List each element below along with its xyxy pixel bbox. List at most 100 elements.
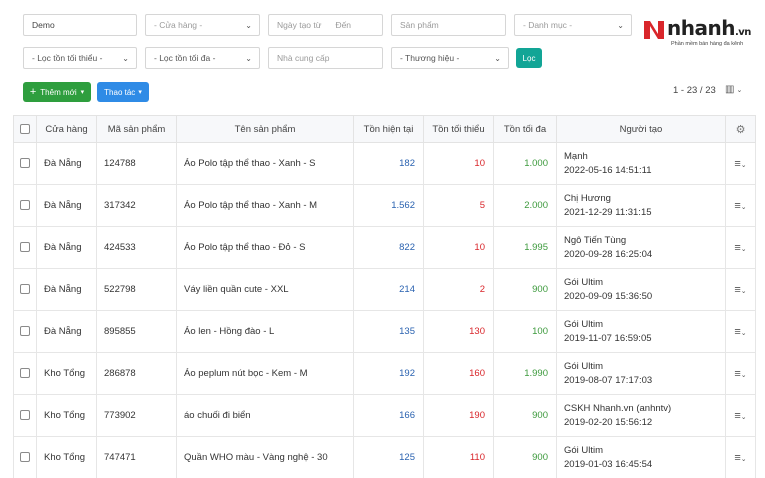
min-stock-placeholder: - Lọc tồn tối thiểu - (32, 53, 103, 63)
columns-icon: ▥ (725, 84, 735, 95)
row-menu-button[interactable]: ≡⌄ (725, 184, 756, 227)
creator-name: Gói Ultim (564, 444, 604, 456)
min-stock-cell: 5 (423, 184, 494, 227)
row-checkbox[interactable] (20, 242, 30, 253)
store-cell: Đà Nẵng (36, 310, 97, 353)
supplier-input[interactable]: Nhà cung cấp (268, 47, 383, 69)
chevron-down-icon: ▾ (138, 89, 142, 96)
code-cell: 124788 (96, 142, 177, 185)
created-time: 2020-09-09 15:36:50 (564, 290, 653, 302)
current-stock-cell: 125 (353, 436, 424, 478)
name-cell: Áo len - Hồng đào - L (176, 310, 354, 353)
add-new-button[interactable]: + Thêm mới ▾ (23, 82, 91, 102)
code-cell: 773902 (96, 394, 177, 437)
current-stock-cell: 1.562 (353, 184, 424, 227)
store-input[interactable]: Demo (23, 14, 137, 36)
min-stock-select[interactable]: - Lọc tồn tối thiểu - ⌄ (23, 47, 137, 69)
row-menu-button[interactable]: ≡⌄ (725, 352, 756, 395)
code-cell: 424533 (96, 226, 177, 269)
code-cell: 317342 (96, 184, 177, 227)
brand-select[interactable]: - Thương hiệu - ⌄ (391, 47, 509, 69)
category-placeholder: - Danh mục - (523, 20, 573, 30)
row-menu-button[interactable]: ≡⌄ (725, 226, 756, 269)
max-stock-cell: 2.000 (493, 184, 557, 227)
max-stock-select[interactable]: - Lọc tồn tối đa - ⌄ (145, 47, 260, 69)
row-checkbox[interactable] (20, 284, 30, 295)
creator-cell: Chị Hương 2021-12-29 11:31:15 (556, 184, 726, 227)
chevron-down-icon: ⌄ (245, 54, 252, 63)
row-checkbox[interactable] (20, 200, 30, 211)
inventory-table: Cửa hàng Mã sản phẩm Tên sản phẩm Tồn hi… (13, 115, 756, 478)
row-checkbox[interactable] (20, 452, 30, 463)
row-menu-button[interactable]: ≡⌄ (725, 436, 756, 478)
current-stock-cell: 166 (353, 394, 424, 437)
plus-icon: + (29, 86, 37, 98)
store-cell: Đà Nẵng (36, 184, 97, 227)
creator-cell: Gói Ultim 2019-08-07 17:17:03 (556, 352, 726, 395)
store-cell: Kho Tổng (36, 352, 97, 395)
code-cell: 895855 (96, 310, 177, 353)
columns-toggle[interactable]: ▥ ⌄ (725, 84, 742, 95)
chevron-down-icon: ⌄ (740, 245, 747, 253)
col-header-min[interactable]: Tồn tối thiểu (423, 115, 494, 143)
min-stock-cell: 2 (423, 268, 494, 311)
table-header-row: Cửa hàng Mã sản phẩm Tên sản phẩm Tồn hi… (13, 115, 756, 143)
table-row: Kho Tổng 286878 Áo peplum nút bọc - Kem … (13, 352, 756, 395)
col-header-code[interactable]: Mã sản phẩm (96, 115, 177, 143)
product-placeholder: Sản phẩm (400, 20, 439, 30)
creator-cell: Ngô Tiến Tùng 2020-09-28 16:25:04 (556, 226, 726, 269)
row-checkbox[interactable] (20, 410, 30, 421)
row-menu-button[interactable]: ≡⌄ (725, 142, 756, 185)
col-header-name[interactable]: Tên sản phẩm (176, 115, 354, 143)
chevron-down-icon: ⌄ (740, 455, 747, 463)
max-stock-cell: 900 (493, 268, 557, 311)
creator-name: Ngô Tiến Tùng (564, 234, 627, 246)
logo-tagline: Phần mềm bán hàng đa kênh (671, 41, 744, 47)
select-all-cell (13, 115, 37, 143)
max-stock-placeholder: - Lọc tồn tối đa - (154, 53, 216, 63)
created-time: 2020-09-28 16:25:04 (564, 248, 653, 260)
min-stock-cell: 160 (423, 352, 494, 395)
min-stock-cell: 130 (423, 310, 494, 353)
row-checkbox[interactable] (20, 368, 30, 379)
store-select[interactable]: - Cửa hàng - ⌄ (145, 14, 260, 36)
store-input-value: Demo (32, 20, 55, 30)
creator-name: Gói Ultim (564, 360, 604, 372)
current-stock-cell: 182 (353, 142, 424, 185)
name-cell: Quần WHO màu - Vàng nghệ - 30 (176, 436, 354, 478)
creator-name: Gói Ultim (564, 276, 604, 288)
row-menu-button[interactable]: ≡⌄ (725, 394, 756, 437)
col-header-current[interactable]: Tồn hiện tại (353, 115, 424, 143)
col-header-max[interactable]: Tồn tối đa (493, 115, 557, 143)
store-cell: Kho Tổng (36, 394, 97, 437)
col-header-creator[interactable]: Người tạo (556, 115, 726, 143)
select-all-checkbox[interactable] (20, 123, 30, 134)
actions-button[interactable]: Thao tác ▾ (97, 82, 149, 102)
chevron-down-icon: ⌄ (740, 413, 747, 421)
row-checkbox[interactable] (20, 326, 30, 337)
category-select[interactable]: - Danh mục - ⌄ (514, 14, 632, 36)
table-row: Đà Nẵng 424533 Áo Polo tập thể thao - Đỏ… (13, 226, 756, 269)
row-checkbox[interactable] (20, 158, 30, 169)
row-menu-button[interactable]: ≡⌄ (725, 310, 756, 353)
chevron-down-icon: ⌄ (740, 287, 747, 295)
chevron-down-icon: ⌄ (245, 21, 252, 30)
max-stock-cell: 1.990 (493, 352, 557, 395)
chevron-down-icon: ⌄ (494, 54, 501, 63)
chevron-down-icon: ⌄ (740, 203, 747, 211)
created-time: 2019-01-03 16:45:54 (564, 458, 653, 470)
nhanh-logo: nhanh.vn Phần mềm bán hàng đa kênh (637, 14, 751, 52)
created-time: 2022-05-16 14:51:11 (564, 164, 652, 176)
row-menu-button[interactable]: ≡⌄ (725, 268, 756, 311)
name-cell: Áo Polo tập thể thao - Xanh - S (176, 142, 354, 185)
creator-cell: Mạnh 2022-05-16 14:51:11 (556, 142, 726, 185)
max-stock-cell: 900 (493, 436, 557, 478)
gear-icon[interactable]: ⚙ (736, 124, 746, 136)
brand-placeholder: - Thương hiệu - (400, 53, 460, 63)
filter-button[interactable]: Lọc (516, 48, 542, 68)
product-input[interactable]: Sản phẩm (391, 14, 506, 36)
store-select-placeholder: - Cửa hàng - (154, 20, 203, 30)
col-header-store[interactable]: Cửa hàng (36, 115, 97, 143)
date-from-input[interactable]: Ngày tạo từ Đến (268, 14, 383, 36)
chevron-down-icon: ⌄ (122, 54, 129, 63)
